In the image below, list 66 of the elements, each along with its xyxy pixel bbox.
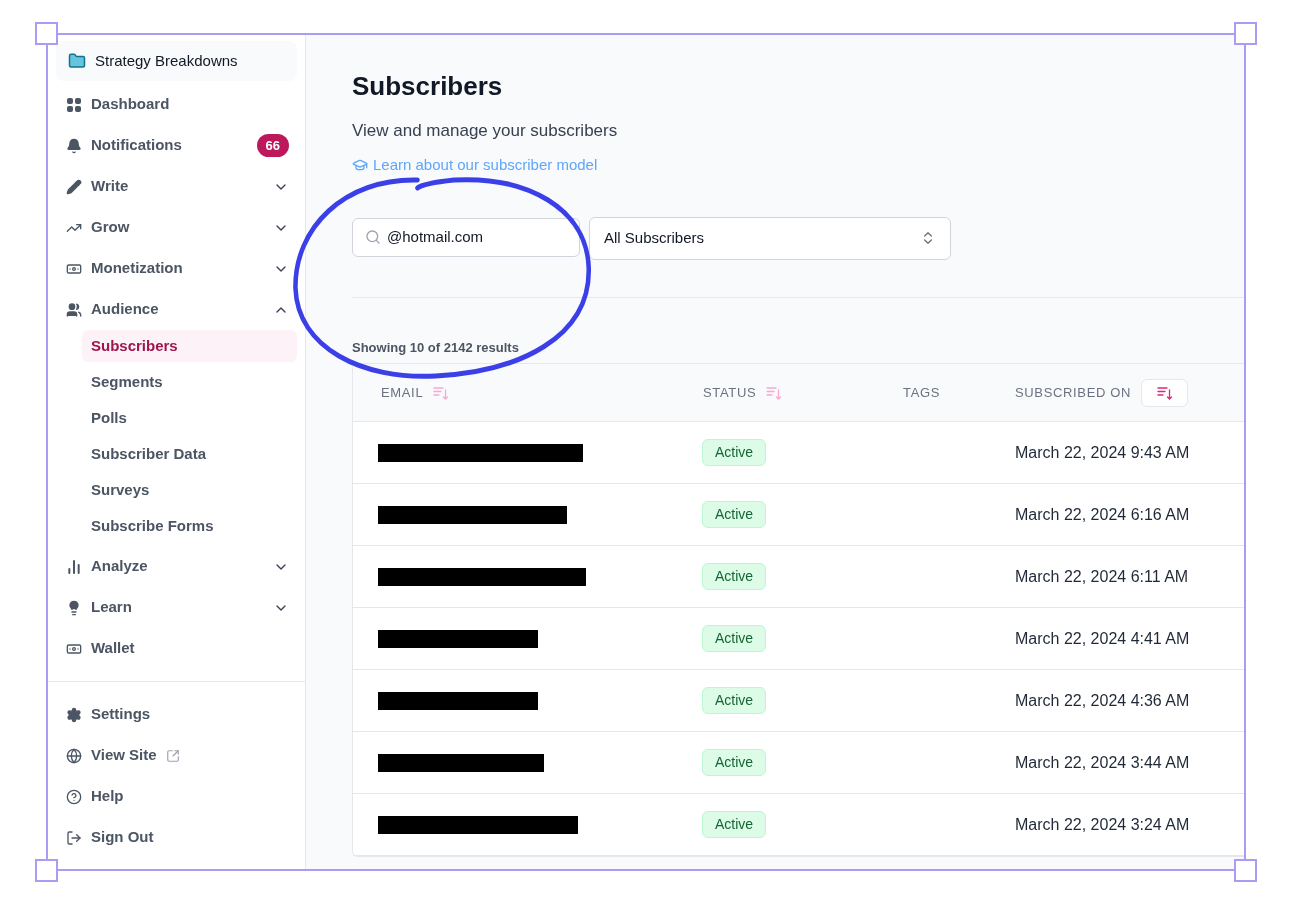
status-badge: Active: [702, 625, 767, 653]
sidebar-subitem[interactable]: Subscribe Forms: [82, 510, 297, 542]
resize-handle[interactable]: [35, 22, 58, 45]
status-badge: Active: [702, 687, 767, 715]
table-cell: March 22, 2024 4:41 AM: [1015, 629, 1190, 647]
sidebar-item[interactable]: Wallet: [56, 628, 297, 669]
column-header: STATUS: [703, 384, 757, 402]
search-field[interactable]: @hotmail.com: [352, 217, 580, 257]
globe-icon: [66, 747, 82, 764]
resize-handle[interactable]: [35, 859, 58, 882]
workspace-switcher[interactable]: Strategy Breakdowns: [56, 41, 297, 81]
sidebar-item[interactable]: Audience: [56, 289, 297, 330]
status-badge: Active: [702, 501, 767, 529]
column-header: EMAIL: [381, 384, 424, 402]
sidebar-item[interactable]: Write: [56, 166, 297, 207]
help-icon: [66, 788, 82, 805]
status-badge: Active: [702, 439, 767, 467]
sort-icon: [766, 384, 783, 401]
search-icon: [365, 229, 381, 246]
status-badge: Active: [702, 563, 767, 591]
table-cell: March 22, 2024 4:36 AM: [1015, 691, 1190, 709]
subscriber-filter-select[interactable]: All Subscribers: [589, 216, 951, 260]
status-badge: Active: [702, 749, 767, 777]
table-cell: March 22, 2024 9:43 AM: [1015, 443, 1190, 461]
sidebar-item[interactable]: Analyze: [56, 546, 297, 587]
sidebar-item[interactable]: Monetization: [56, 248, 297, 289]
bell-icon: [66, 137, 82, 154]
column-header: TAGS: [903, 384, 941, 402]
sort-icon: [1156, 384, 1173, 401]
bar-chart-icon: [66, 558, 82, 575]
sort-toggle[interactable]: [433, 384, 450, 401]
lightbulb-icon: [66, 599, 82, 616]
table-cell: March 22, 2024 6:11 AM: [1015, 567, 1189, 585]
resize-handle[interactable]: [1234, 859, 1257, 882]
page-subtitle: View and manage your subscribers: [352, 120, 619, 142]
sign-out-icon: [66, 829, 82, 846]
users-icon: [66, 301, 82, 318]
sidebar-item[interactable]: Settings: [56, 694, 297, 735]
sidebar-subitem[interactable]: Subscribers: [82, 330, 297, 362]
results-count: Showing 10 of 2142 results: [352, 338, 520, 357]
sort-icon: [433, 384, 450, 401]
table-cell: March 22, 2024 3:44 AM: [1015, 753, 1190, 771]
sidebar-subitem[interactable]: Segments: [82, 366, 297, 398]
sidebar-item[interactable]: Grow: [56, 207, 297, 248]
page-title: Subscribers: [352, 70, 504, 103]
resize-handle[interactable]: [1234, 22, 1257, 45]
sidebar-item[interactable]: Sign Out: [56, 817, 297, 858]
sidebar-subitem[interactable]: Polls: [82, 402, 297, 434]
settings-icon: [66, 706, 82, 723]
notification-badge: 66: [256, 134, 289, 157]
status-badge: Active: [702, 811, 767, 839]
sidebar-subitem[interactable]: Subscriber Data: [82, 438, 297, 470]
sidebar-item[interactable]: Dashboard: [56, 84, 297, 125]
sort-toggle[interactable]: [766, 384, 783, 401]
column-header: SUBSCRIBED ON: [1015, 384, 1132, 402]
sidebar-item[interactable]: Learn: [56, 587, 297, 628]
dashboard-icon: [66, 96, 82, 113]
sidebar-item[interactable]: Help: [56, 776, 297, 817]
sort-button[interactable]: [1141, 378, 1189, 407]
sidebar-item[interactable]: View Site: [56, 735, 297, 776]
table-cell: March 22, 2024 6:16 AM: [1015, 505, 1190, 523]
sidebar-subitem[interactable]: Surveys: [82, 474, 297, 506]
folder-icon: [68, 52, 86, 70]
pencil-icon: [66, 178, 82, 195]
sidebar-item[interactable]: Notifications 66: [56, 125, 297, 166]
table-cell: March 22, 2024 3:24 AM: [1015, 815, 1190, 833]
